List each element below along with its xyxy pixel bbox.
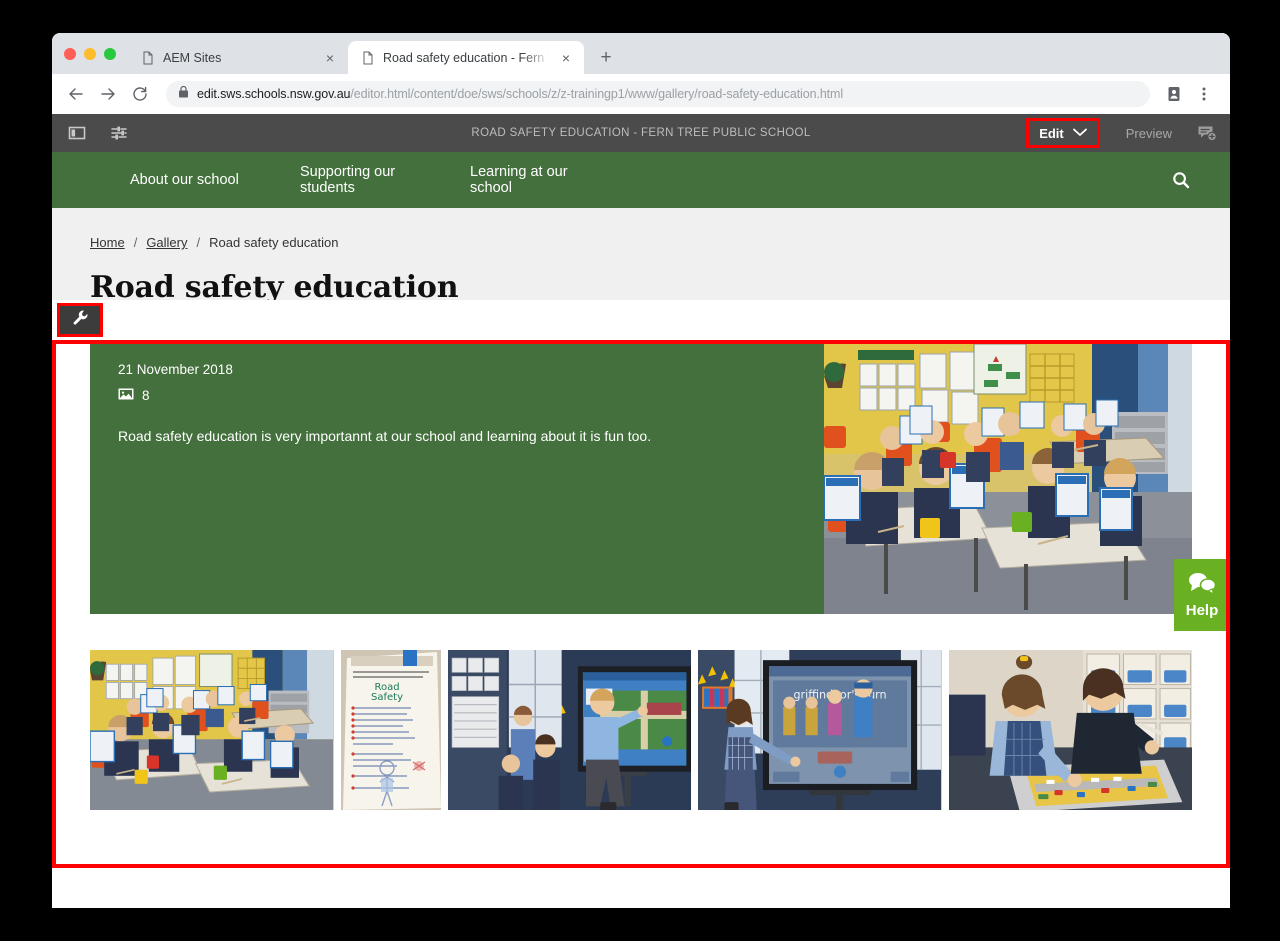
gallery-thumbnail-5[interactable] bbox=[948, 650, 1192, 810]
site-navigation: About our school Supporting our students… bbox=[52, 152, 1230, 208]
close-window-button[interactable] bbox=[64, 47, 76, 60]
speech-bubbles-icon bbox=[1187, 572, 1217, 599]
page-icon bbox=[140, 50, 155, 65]
browser-tab-title: AEM Sites bbox=[163, 50, 222, 65]
thumbnail-photo bbox=[90, 650, 334, 810]
component-edit-bar bbox=[52, 300, 1230, 342]
browser-tab-road-safety-education[interactable]: Road safety education - Fern T × bbox=[348, 41, 584, 74]
back-button[interactable] bbox=[62, 80, 90, 108]
close-icon[interactable]: × bbox=[322, 50, 338, 66]
aem-editor-toolbar: ROAD SAFETY EDUCATION - FERN TREE PUBLIC… bbox=[52, 114, 1230, 152]
breadcrumb: Home / Gallery / Road safety education bbox=[90, 235, 1230, 250]
page-icon bbox=[360, 50, 375, 65]
gallery-description: Road safety education is very importannt… bbox=[118, 428, 652, 444]
url-path-part: /editor.html/content/doe/sws/schools/z/z… bbox=[350, 87, 844, 101]
gallery-hero-text: 21 November 2018 8 Road safety education… bbox=[90, 342, 824, 614]
help-widget[interactable]: Help bbox=[1174, 559, 1230, 631]
image-icon bbox=[118, 387, 134, 404]
gallery-component[interactable]: 21 November 2018 8 Road safety education… bbox=[52, 300, 1230, 828]
url-host-part: edit.sws.schools.nsw.gov.au bbox=[197, 87, 351, 101]
edit-mode-label: Edit bbox=[1039, 125, 1064, 141]
screenshot-root: AEM Sites × Road safety education - Fern… bbox=[0, 0, 1280, 941]
thumbnail-photo bbox=[948, 650, 1192, 810]
browser-toolbar: edit.sws.schools.nsw.gov.au/editor.html/… bbox=[52, 74, 1230, 114]
breadcrumb-item-current: Road safety education bbox=[209, 235, 339, 250]
window-controls bbox=[60, 33, 128, 74]
browser-window: AEM Sites × Road safety education - Fern… bbox=[52, 33, 1230, 908]
gallery-image-count-value: 8 bbox=[142, 388, 150, 403]
search-icon[interactable] bbox=[1166, 165, 1196, 195]
gallery-thumbnail-1[interactable] bbox=[90, 650, 334, 810]
thumbnail-photo bbox=[447, 650, 691, 810]
svg-text:Safety: Safety bbox=[371, 692, 403, 703]
gallery-image-count: 8 bbox=[118, 387, 800, 404]
nav-item-supporting-our-students[interactable]: Supporting our students bbox=[300, 164, 470, 196]
gallery-thumbnail-3[interactable] bbox=[447, 650, 691, 810]
gallery-hero-image[interactable] bbox=[824, 342, 1192, 614]
forward-button[interactable] bbox=[94, 80, 122, 108]
minimize-window-button[interactable] bbox=[84, 47, 96, 60]
address-bar-url: edit.sws.schools.nsw.gov.au/editor.html/… bbox=[197, 87, 843, 101]
reload-button[interactable] bbox=[126, 80, 154, 108]
chevron-down-icon bbox=[1072, 124, 1087, 142]
gallery-date: 21 November 2018 bbox=[118, 362, 233, 377]
configure-component-button[interactable] bbox=[57, 303, 103, 337]
thumbnail-photo: Road Safety bbox=[340, 650, 441, 810]
aem-toolbar-left bbox=[66, 122, 130, 144]
browser-tab-aem-sites[interactable]: AEM Sites × bbox=[128, 41, 348, 74]
browser-tabstrip: AEM Sites × Road safety education - Fern… bbox=[52, 33, 1230, 74]
edit-mode-selector[interactable]: Edit bbox=[1026, 118, 1100, 148]
sidebar-panel-icon[interactable] bbox=[66, 122, 88, 144]
close-icon[interactable]: × bbox=[558, 50, 574, 66]
aem-toolbar-right: Edit Preview bbox=[1026, 118, 1220, 148]
page-header: Home / Gallery / Road safety education R… bbox=[52, 208, 1230, 305]
maximize-window-button[interactable] bbox=[104, 47, 116, 60]
page-properties-icon[interactable] bbox=[108, 122, 130, 144]
kebab-menu-icon[interactable] bbox=[1190, 80, 1218, 108]
address-bar[interactable]: edit.sws.schools.nsw.gov.au/editor.html/… bbox=[166, 81, 1150, 107]
breadcrumb-item-home[interactable]: Home bbox=[90, 235, 125, 250]
browser-tab-title: Road safety education - Fern T bbox=[383, 50, 550, 65]
profile-card-icon[interactable] bbox=[1160, 80, 1188, 108]
new-tab-button[interactable]: + bbox=[592, 43, 620, 71]
preview-button[interactable]: Preview bbox=[1112, 126, 1186, 141]
lock-icon bbox=[178, 85, 189, 103]
add-annotation-icon[interactable] bbox=[1194, 120, 1220, 146]
thumbnail-photo: griffindoor's turn bbox=[698, 650, 942, 810]
gallery-thumbnail-4[interactable]: griffindoor's turn bbox=[698, 650, 942, 810]
breadcrumb-separator: / bbox=[196, 235, 201, 250]
browser-toolbar-trailing bbox=[1160, 80, 1218, 108]
hero-photo bbox=[824, 342, 1192, 614]
nav-item-learning-at-our-school[interactable]: Learning at our school bbox=[470, 164, 640, 196]
gallery-thumbnail-2[interactable]: Road Safety bbox=[340, 650, 441, 810]
nav-item-about-our-school[interactable]: About our school bbox=[130, 172, 300, 188]
wrench-icon bbox=[72, 309, 89, 331]
gallery-thumbnail-strip: Road Safety griffindoor's turn bbox=[90, 650, 1192, 810]
help-label: Help bbox=[1185, 601, 1219, 619]
breadcrumb-separator: / bbox=[133, 235, 138, 250]
gallery-hero: 21 November 2018 8 Road safety education… bbox=[90, 342, 1192, 614]
breadcrumb-item-gallery[interactable]: Gallery bbox=[146, 235, 187, 250]
